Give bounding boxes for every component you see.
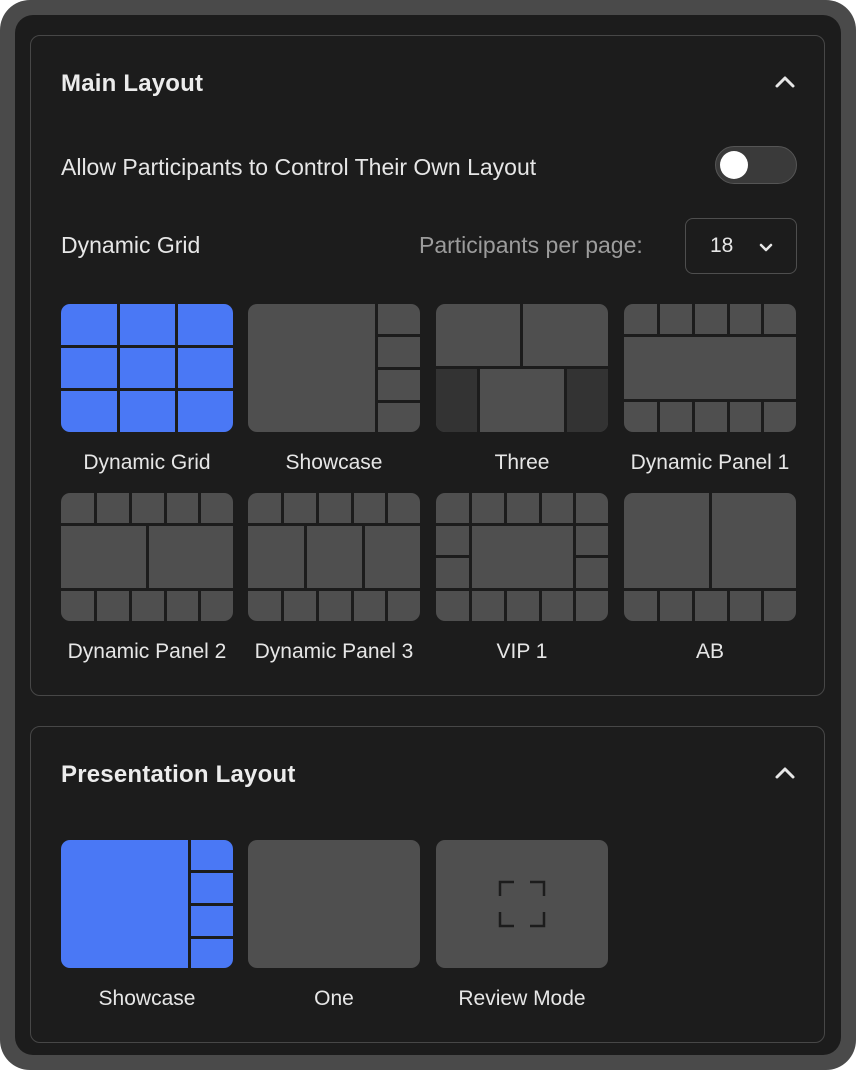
layout-label-three: Three: [494, 451, 550, 474]
chevron-down-icon: [758, 241, 774, 259]
allow-control-label: Allow Participants to Control Their Own …: [61, 154, 537, 180]
presentation-layout-section: Presentation Layout Showcase One Review …: [30, 726, 825, 1043]
allow-control-toggle[interactable]: [715, 146, 797, 184]
layout-label-dynamic-panel-1: Dynamic Panel 1: [630, 451, 790, 474]
dynamic-grid-label: Dynamic Grid: [61, 232, 201, 258]
presentation-label-showcase: Showcase: [98, 987, 196, 1010]
layout-tile-vip-1[interactable]: [436, 493, 608, 621]
layout-tile-dynamic-grid[interactable]: [61, 304, 233, 432]
chevron-up-icon[interactable]: [774, 74, 796, 90]
layout-label-dynamic-grid: Dynamic Grid: [83, 451, 211, 474]
presentation-label-one: One: [314, 987, 354, 1010]
layout-tile-dynamic-panel-2[interactable]: [61, 493, 233, 621]
presentation-layout-title: Presentation Layout: [61, 761, 296, 788]
presentation-tile-showcase[interactable]: [61, 840, 233, 968]
main-layout-section: Main Layout Allow Participants to Contro…: [30, 35, 825, 696]
layout-label-ab: AB: [695, 640, 724, 663]
layout-label-showcase: Showcase: [285, 451, 383, 474]
layout-tile-dynamic-panel-3[interactable]: [248, 493, 420, 621]
presentation-tile-one[interactable]: [248, 840, 420, 968]
participants-per-page-select[interactable]: 18: [685, 218, 797, 274]
layout-settings-panel: Main Layout Allow Participants to Contro…: [15, 15, 841, 1055]
layout-label-dynamic-panel-3: Dynamic Panel 3: [254, 640, 414, 663]
layout-tile-dynamic-panel-1[interactable]: [624, 304, 796, 432]
toggle-knob: [720, 151, 748, 179]
layout-tile-three[interactable]: [436, 304, 608, 432]
main-layout-title: Main Layout: [61, 70, 204, 97]
participants-per-page-value: 18: [710, 234, 734, 257]
window-frame: Main Layout Allow Participants to Contro…: [0, 0, 856, 1070]
participants-per-page-label: Participants per page:: [419, 232, 643, 258]
presentation-tile-review-mode[interactable]: [436, 840, 608, 968]
presentation-label-review-mode: Review Mode: [458, 987, 586, 1010]
layout-tile-showcase[interactable]: [248, 304, 420, 432]
layout-label-vip-1: VIP 1: [496, 640, 548, 663]
chevron-up-icon[interactable]: [774, 765, 796, 781]
layout-label-dynamic-panel-2: Dynamic Panel 2: [67, 640, 227, 663]
layout-tile-ab[interactable]: [624, 493, 796, 621]
